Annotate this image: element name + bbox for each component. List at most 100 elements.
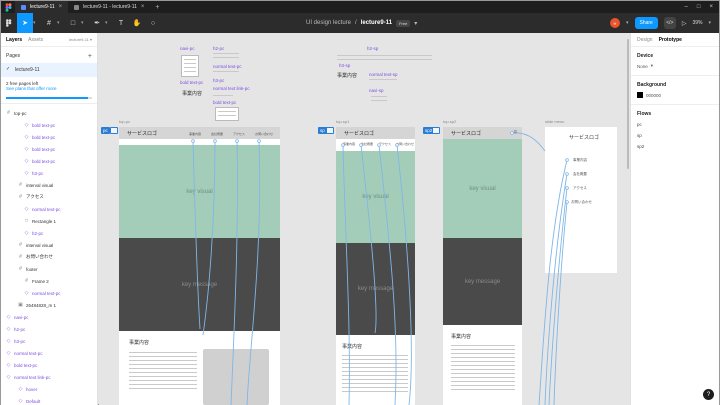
chevron-down-icon[interactable]: ▾ xyxy=(626,20,629,26)
color-swatch[interactable] xyxy=(637,92,643,98)
tab-layers[interactable]: Layers xyxy=(6,37,22,43)
layer-item[interactable]: ◇ normal text-pc xyxy=(1,287,97,299)
connection-line xyxy=(511,132,546,152)
figma-home-icon[interactable] xyxy=(1,1,15,13)
connection-node xyxy=(565,172,569,176)
background-hex[interactable]: 000000 xyxy=(646,93,661,98)
chevron-down-icon[interactable]: ▾ xyxy=(414,20,417,27)
rect-icon: □ xyxy=(24,218,29,224)
comment-tool-icon[interactable]: ○ xyxy=(145,13,161,33)
help-icon[interactable]: ? xyxy=(703,389,714,400)
tab-prototype[interactable]: Prototype xyxy=(659,37,682,43)
flow-item[interactable]: sp xyxy=(631,130,719,141)
tab-assets[interactable]: Assets xyxy=(28,37,43,43)
chevron-down-icon[interactable]: ▾ xyxy=(81,20,89,26)
maximize-icon[interactable]: □ xyxy=(697,4,701,10)
canvas-scrollbar[interactable] xyxy=(627,39,629,169)
tab-design[interactable]: Design xyxy=(637,37,653,43)
shape-tool-icon[interactable]: □ xyxy=(65,13,81,33)
layer-item[interactable]: □ Rectangle 1 xyxy=(1,215,97,227)
layer-item[interactable]: # Frame 2 xyxy=(1,275,97,287)
layer-item[interactable]: ◇ normal text link-pc xyxy=(1,371,97,383)
page-picker[interactable]: lecture9-11 ▾ xyxy=(69,37,92,42)
layer-item[interactable]: ▣ 26484828_m 1 xyxy=(1,299,97,311)
layer-item[interactable]: # アクセス xyxy=(1,191,97,203)
text-tool-icon[interactable]: T xyxy=(113,13,129,33)
device-value: None xyxy=(637,63,648,69)
flow-item[interactable]: pc xyxy=(631,119,719,130)
chevron-down-icon[interactable]: ▾ xyxy=(33,20,41,26)
layer-label: footer xyxy=(26,266,38,272)
window-close-icon[interactable]: × xyxy=(709,4,713,10)
component-icon: ◇ xyxy=(6,326,11,332)
page-item-current[interactable]: lecture9-11 xyxy=(1,63,97,77)
minimize-icon[interactable]: – xyxy=(685,4,688,10)
chevron-down-icon[interactable]: ▾ xyxy=(708,20,711,26)
background-color-field[interactable]: 000000 xyxy=(631,90,719,105)
pages-title: Pages xyxy=(6,53,21,59)
layer-item[interactable]: ◇ bold text-pc xyxy=(1,155,97,167)
avatar[interactable]: H xyxy=(609,18,620,28)
chevron-down-icon[interactable]: ▾ xyxy=(105,20,113,26)
layer-item[interactable]: ◇ Default xyxy=(1,395,97,405)
flow-item[interactable]: sp2 xyxy=(631,141,719,152)
layer-item[interactable]: # お問い合わせ xyxy=(1,251,97,263)
layer-item[interactable]: ◇ h3-pc xyxy=(1,335,97,347)
layer-item[interactable]: # footer xyxy=(1,263,97,275)
component-icon: ◇ xyxy=(24,170,29,176)
component-icon: ◇ xyxy=(24,122,29,128)
component-icon: ◇ xyxy=(6,338,11,344)
layer-item[interactable]: ◇ bold text-pc xyxy=(1,359,97,371)
close-icon[interactable]: × xyxy=(141,4,145,10)
connection-node xyxy=(565,158,569,162)
layer-item[interactable]: # interval visual xyxy=(1,239,97,251)
layer-item[interactable]: ◇ h2-pc xyxy=(1,323,97,335)
add-page-icon[interactable]: + xyxy=(88,53,92,60)
component-icon: ◇ xyxy=(24,146,29,152)
dev-mode-icon[interactable]: </> xyxy=(663,17,676,29)
chevron-down-icon[interactable]: ▾ xyxy=(57,20,65,26)
zoom-level[interactable]: 39% xyxy=(692,20,702,26)
layer-item[interactable]: ◇ bold text-pc xyxy=(1,119,97,131)
tab-prototype[interactable]: lecture9-11 - lecture9-11 × xyxy=(68,1,150,13)
close-icon[interactable]: × xyxy=(59,4,63,10)
connection-line xyxy=(192,140,201,330)
new-tab-icon[interactable]: + xyxy=(150,4,164,11)
device-select[interactable]: None ▾ xyxy=(631,61,719,76)
layer-item[interactable]: ◇ navi-pc xyxy=(1,311,97,323)
pen-tool-icon[interactable]: ✒ xyxy=(89,13,105,33)
canvas[interactable]: navi-pc bold text-pc 事業内容 h2-pc normal t… xyxy=(99,33,630,405)
connection-line xyxy=(378,144,397,405)
document-title[interactable]: UI design lecture / lecture9-11 Free ▾ xyxy=(306,13,417,33)
layer-item[interactable]: # interval visual xyxy=(1,179,97,191)
present-icon[interactable]: ▷ xyxy=(682,20,687,27)
project-name[interactable]: UI design lecture xyxy=(306,20,351,26)
layer-item[interactable]: ◇ bold text-pc xyxy=(1,143,97,155)
chevron-down-icon: ▾ xyxy=(650,63,654,68)
hand-tool-icon[interactable]: ✋ xyxy=(129,13,145,33)
frame-tool-icon[interactable]: # xyxy=(41,13,57,33)
layer-label: normal text link-pc xyxy=(14,374,51,380)
frame-icon: # xyxy=(19,254,22,260)
connection-line xyxy=(360,144,377,334)
main-menu-icon[interactable] xyxy=(1,13,17,33)
file-name[interactable]: lecture9-11 xyxy=(361,20,392,26)
component-icon: ◇ xyxy=(6,362,11,368)
see-plans-link[interactable]: See plans that offer more xyxy=(6,86,92,91)
pages-usage-bar xyxy=(6,97,92,99)
layer-item[interactable]: ◇ h2-pc xyxy=(1,227,97,239)
connection-line xyxy=(396,144,412,405)
layer-item[interactable]: ◇ normal text-pc xyxy=(1,203,97,215)
connection-node xyxy=(510,131,514,135)
layer-item[interactable]: ◇ hover xyxy=(1,383,97,395)
move-tool-icon[interactable]: ➤ xyxy=(17,13,33,33)
layer-item[interactable]: ◇ normal text-pc xyxy=(1,347,97,359)
tab-file[interactable]: lecture9-11 × xyxy=(15,1,69,13)
layer-item[interactable]: ◇ h3-pc xyxy=(1,167,97,179)
layer-label: hover xyxy=(26,386,38,392)
layer-item[interactable]: ◇ bold text-pc xyxy=(1,131,97,143)
connection-node xyxy=(191,139,195,143)
layer-item[interactable]: # top-pc xyxy=(1,107,97,119)
share-button[interactable]: Share xyxy=(634,17,658,29)
connection-node xyxy=(359,143,363,147)
